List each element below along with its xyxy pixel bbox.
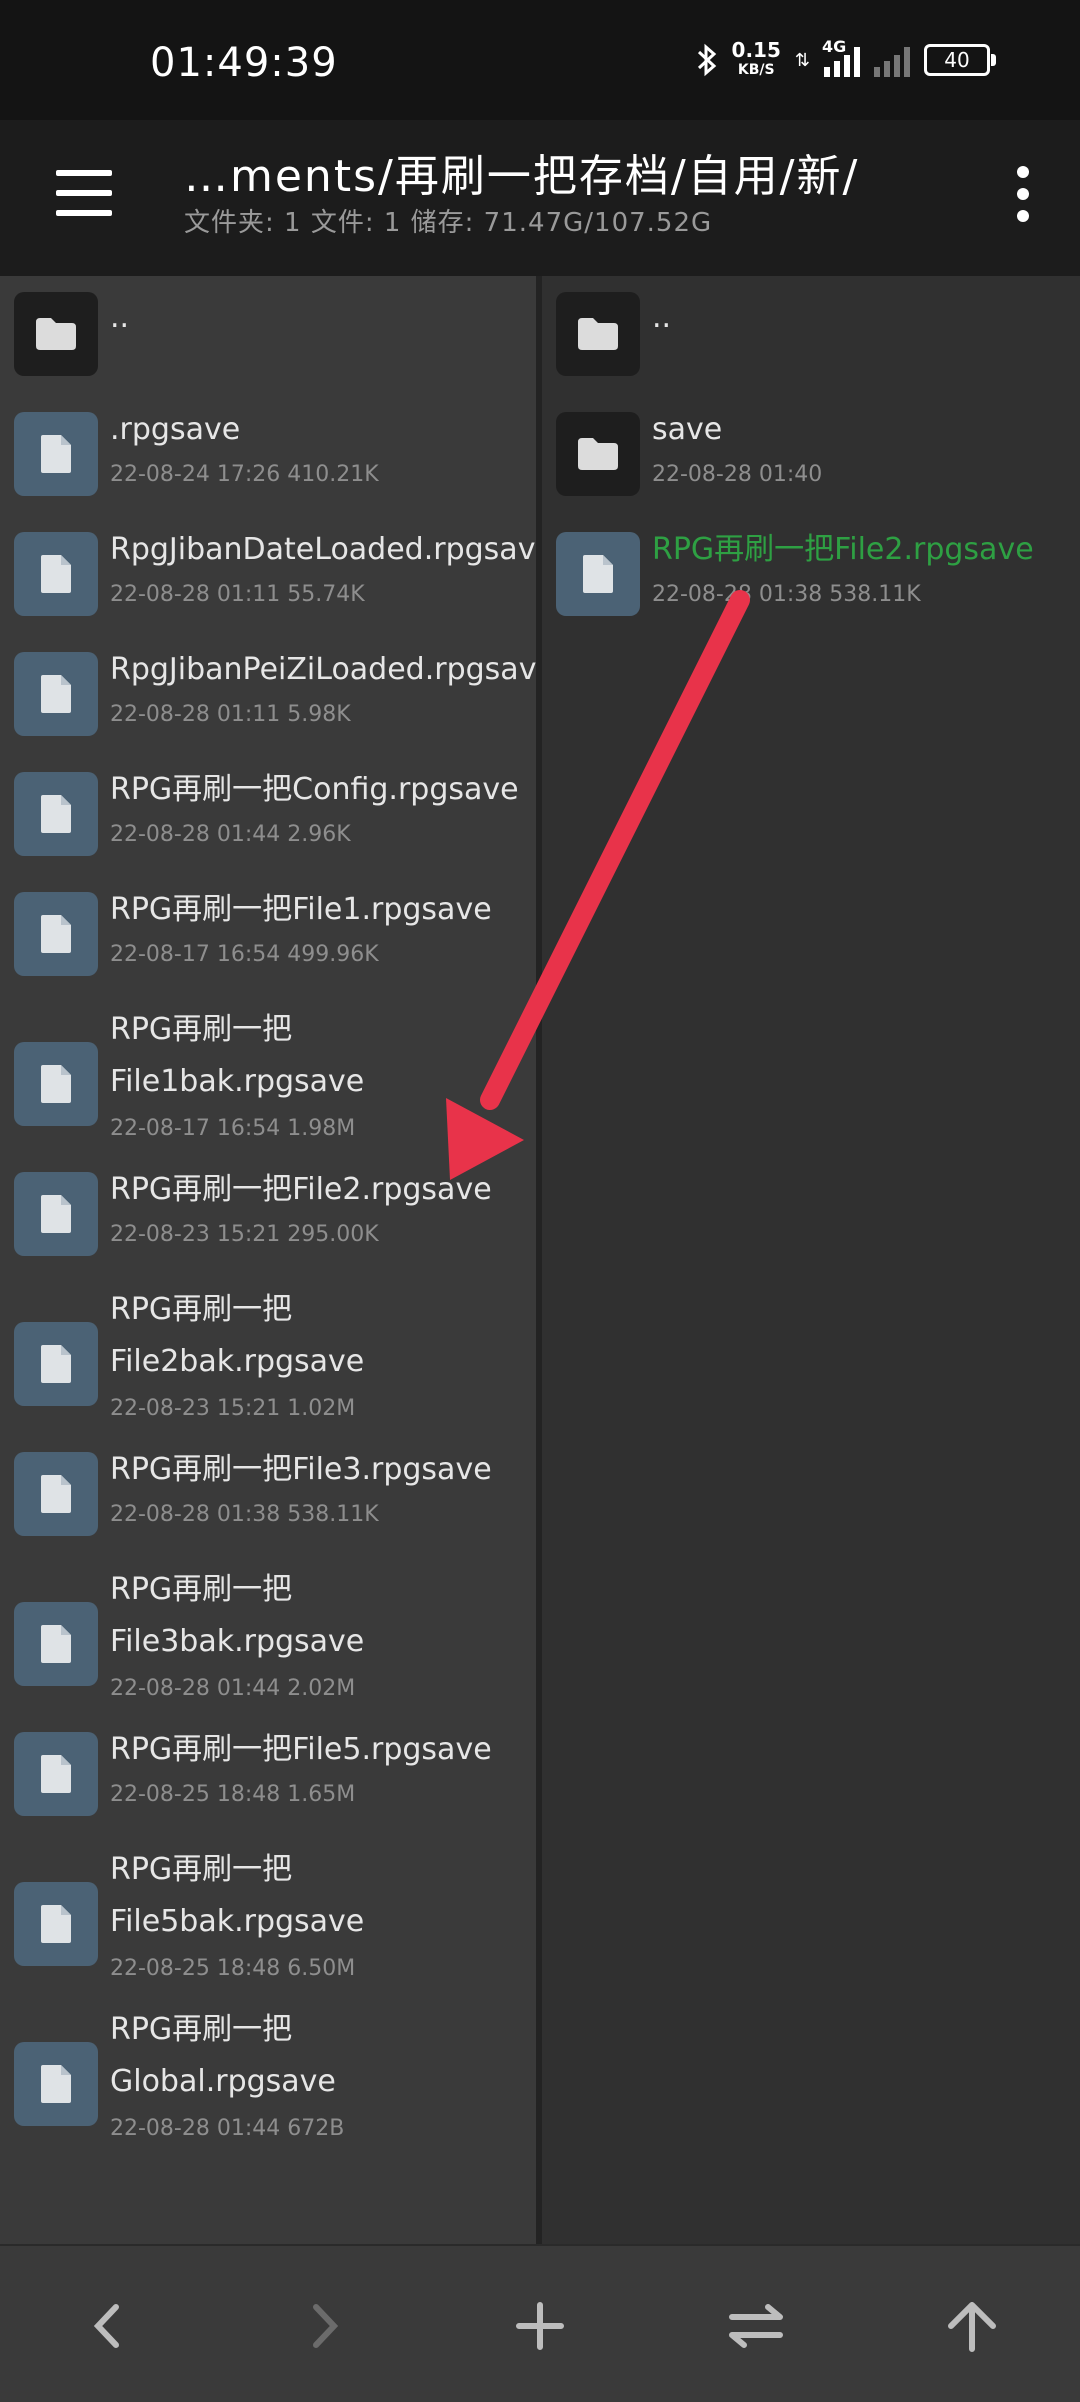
file-list-item[interactable]: RPG再刷一把File2.rpgsave 22-08-23 15:21 295.0…: [14, 1172, 536, 1292]
net-speed-value: 0.15: [731, 38, 781, 62]
file-list-item[interactable]: RpgJibanPeiZiLoaded.rpgsave 22-08-28 01:1…: [14, 652, 536, 772]
file-list-item[interactable]: .rpgsave 22-08-24 17:26 410.21K: [14, 412, 536, 532]
folder-list-item[interactable]: save 22-08-28 01:40: [556, 412, 1080, 532]
item-meta: 22-08-28 01:44 2.96K: [110, 822, 351, 847]
file-list-item[interactable]: RPG再刷一把File3.rpgsave 22-08-28 01:38 538.1…: [14, 1452, 536, 1572]
item-meta: 22-08-24 17:26 410.21K: [110, 462, 379, 487]
file-list-item[interactable]: RPG再刷一把File1.rpgsave 22-08-17 16:54 499.9…: [14, 892, 536, 1012]
item-meta: 22-08-28 01:11 5.98K: [110, 702, 351, 727]
item-name: RPG再刷一把: [110, 1292, 293, 1327]
item-meta: 22-08-28 01:11 55.74K: [110, 582, 365, 607]
status-bar: 01:49:39 0.15 KB/S ⇅ 4G 40: [0, 0, 1080, 120]
file-list-item[interactable]: RPG再刷一把 File1bak.rpgsave 22-08-17 16:54 1.…: [14, 1012, 536, 1172]
item-name: ..: [110, 300, 130, 335]
item-name-line2: File2bak.rpgsave: [110, 1344, 365, 1379]
left-pane[interactable]: .. .rpgsave 22-08-24 17:26 410.21K RpgJiban…: [0, 276, 536, 2244]
chevron-left-icon[interactable]: [68, 2286, 148, 2366]
item-name: .rpgsave: [110, 412, 241, 447]
file-icon: [14, 892, 98, 976]
file-icon: [14, 1452, 98, 1536]
file-list-item[interactable]: RPG再刷一把File2.rpgsave 22-08-28 01:38 538.1…: [556, 532, 1080, 652]
item-name: RPG再刷一把Config.rpgsave: [110, 772, 519, 807]
chevron-right-icon[interactable]: [284, 2286, 364, 2366]
file-list-item[interactable]: RPG再刷一把 Global.rpgsave 22-08-28 01:44 672B: [14, 2012, 536, 2172]
item-name: RPG再刷一把: [110, 2012, 293, 2047]
folder-list-item[interactable]: ..: [14, 292, 536, 412]
file-icon: [14, 1042, 98, 1126]
item-name: save: [652, 412, 723, 447]
folder-info: 文件夹: 1 文件: 1 储存: 71.47G/107.52G: [184, 208, 713, 238]
net-speed: 0.15 KB/S: [732, 40, 781, 80]
file-icon: [14, 1882, 98, 1966]
file-icon: [556, 532, 640, 616]
item-meta: 22-08-28 01:40: [652, 462, 823, 487]
item-meta: 22-08-28 01:44 672B: [110, 2116, 345, 2141]
item-name: RPG再刷一把File5.rpgsave: [110, 1732, 492, 1767]
swap-icon[interactable]: [716, 2286, 796, 2366]
file-icon: [14, 1322, 98, 1406]
file-list-item[interactable]: RPG再刷一把 File2bak.rpgsave 22-08-23 15:21 1.…: [14, 1292, 536, 1452]
file-icon: [14, 2042, 98, 2126]
file-icon: [14, 652, 98, 736]
item-name-line2: File5bak.rpgsave: [110, 1904, 365, 1939]
more-options-icon[interactable]: [1016, 166, 1030, 222]
folder-list-item[interactable]: ..: [556, 292, 1080, 412]
file-icon: [14, 1172, 98, 1256]
signal-icon-secondary: [874, 43, 910, 77]
item-name: RpgJibanDateLoaded.rpgsave: [110, 532, 536, 567]
network-type: 4G: [822, 37, 847, 56]
plus-icon[interactable]: [500, 2286, 580, 2366]
battery-icon: 40: [924, 44, 996, 76]
battery-level: 40: [944, 48, 970, 72]
item-meta: 22-08-28 01:38 538.11K: [110, 1502, 379, 1527]
file-icon: [14, 532, 98, 616]
item-name: RPG再刷一把File3.rpgsave: [110, 1452, 492, 1487]
item-meta: 22-08-25 18:48 1.65M: [110, 1782, 356, 1807]
item-name: RPG再刷一把File2.rpgsave: [110, 1172, 492, 1207]
folder-icon: [556, 292, 640, 376]
item-name-line2: File3bak.rpgsave: [110, 1624, 365, 1659]
item-name-line2: File1bak.rpgsave: [110, 1064, 365, 1099]
item-meta: 22-08-23 15:21 295.00K: [110, 1222, 379, 1247]
folder-icon: [14, 292, 98, 376]
signal-icon: 4G: [822, 37, 860, 77]
item-meta: 22-08-23 15:21 1.02M: [110, 1396, 356, 1421]
item-name: RPG再刷一把File2.rpgsave: [652, 532, 1034, 567]
item-name: RpgJibanPeiZiLoaded.rpgsave: [110, 652, 536, 687]
file-icon: [14, 412, 98, 496]
file-list-item[interactable]: RPG再刷一把Config.rpgsave 22-08-28 01:44 2.96…: [14, 772, 536, 892]
current-path[interactable]: …ments/再刷一把存档/自用/新/: [184, 140, 859, 204]
item-meta: 22-08-17 16:54 1.98M: [110, 1116, 356, 1141]
right-pane[interactable]: .. save 22-08-28 01:40 RPG再刷一把File2.rpgsave…: [542, 276, 1080, 2244]
transfer-icon: ⇅: [794, 49, 810, 71]
item-meta: 22-08-17 16:54 499.96K: [110, 942, 379, 967]
arrow-up-icon[interactable]: [932, 2286, 1012, 2366]
file-icon: [14, 772, 98, 856]
file-list-item[interactable]: RPG再刷一把 File3bak.rpgsave 22-08-28 01:44 2.…: [14, 1572, 536, 1732]
net-speed-unit: KB/S: [737, 62, 775, 78]
file-list-item[interactable]: RPG再刷一把File5.rpgsave 22-08-25 18:48 1.65M: [14, 1732, 536, 1852]
folder-icon: [556, 412, 640, 496]
item-meta: 22-08-25 18:48 6.50M: [110, 1956, 356, 1981]
item-meta: 22-08-28 01:38 538.11K: [652, 582, 921, 607]
file-list-item[interactable]: RPG再刷一把 File5bak.rpgsave 22-08-25 18:48 6.…: [14, 1852, 536, 2012]
bluetooth-icon: [696, 42, 718, 78]
status-time: 01:49:39: [150, 40, 338, 86]
toolbar: …ments/再刷一把存档/自用/新/ 文件夹: 1 文件: 1 储存: 71.…: [0, 120, 1080, 276]
item-name: RPG再刷一把: [110, 1852, 293, 1887]
file-icon: [14, 1602, 98, 1686]
item-name: RPG再刷一把: [110, 1012, 293, 1047]
file-list-item[interactable]: RpgJibanDateLoaded.rpgsave 22-08-28 01:11…: [14, 532, 536, 652]
item-name: ..: [652, 300, 672, 335]
bottom-nav-bar: [0, 2244, 1080, 2402]
item-name-line2: Global.rpgsave: [110, 2064, 336, 2099]
item-name: RPG再刷一把File1.rpgsave: [110, 892, 492, 927]
file-icon: [14, 1732, 98, 1816]
item-meta: 22-08-28 01:44 2.02M: [110, 1676, 356, 1701]
hamburger-menu-icon[interactable]: [56, 170, 112, 216]
item-name: RPG再刷一把: [110, 1572, 293, 1607]
status-icons: 0.15 KB/S ⇅ 4G 40: [696, 37, 996, 80]
